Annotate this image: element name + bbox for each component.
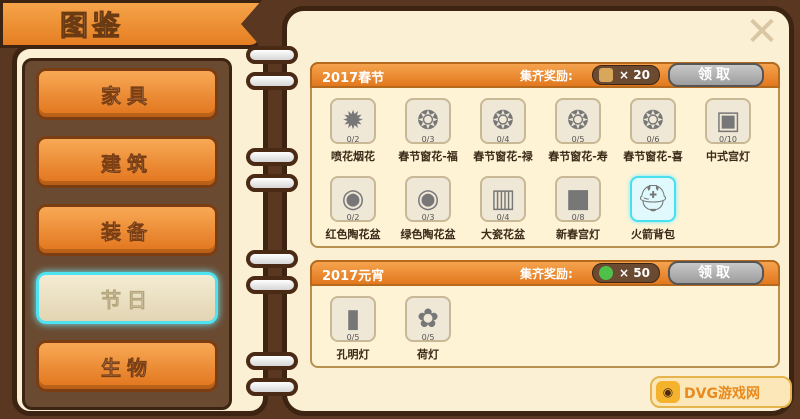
collection-item[interactable]: ❂ 0/6 春节窗花-喜 — [618, 98, 684, 164]
item-name: 春节窗花-禄 — [473, 150, 533, 163]
close-icon[interactable]: ✕ — [742, 12, 782, 52]
reward-label: 集齐奖励: — [520, 267, 573, 281]
binder-ring — [246, 250, 298, 268]
binder-ring — [246, 276, 298, 294]
item-count: 0/5 — [346, 333, 360, 342]
item-count: 0/4 — [496, 213, 510, 222]
collection-item[interactable]: ❂ 0/4 春节窗花-禄 — [468, 98, 534, 164]
item-count: 0/10 — [719, 135, 737, 144]
item-name: 新春宫灯 — [556, 228, 600, 241]
collection-item[interactable]: ■ 0/8 新春宫灯 — [543, 176, 609, 242]
item-name: 春节窗花-寿 — [548, 150, 608, 163]
category-building-button[interactable]: 建筑 — [36, 136, 218, 188]
collection-item[interactable]: ⛑ 火箭背包 — [618, 176, 684, 242]
item-count: 0/6 — [646, 135, 660, 144]
item-count: 0/5 — [571, 135, 585, 144]
collection-item[interactable]: ▥ 0/4 大瓷花盆 — [468, 176, 534, 242]
section-header: 2017春节 集齐奖励: × 20 领取 — [310, 62, 780, 88]
item-count: 0/4 — [496, 135, 510, 144]
section-header: 2017元宵 集齐奖励: × 50 领取 — [310, 260, 780, 286]
category-furniture-button[interactable]: 家具 — [36, 68, 218, 120]
item-count: 0/3 — [421, 213, 435, 222]
claim-button[interactable]: 领取 — [668, 63, 764, 87]
reward-label: 集齐奖励: — [520, 69, 573, 83]
item-name: 火箭背包 — [631, 228, 675, 241]
title-banner — [0, 0, 262, 48]
item-count: 0/2 — [346, 213, 360, 222]
collection-item[interactable]: ◉ 0/2 红色陶花盆 — [318, 176, 384, 242]
section-title: 2017春节 — [322, 71, 385, 86]
item-count: 0/5 — [421, 333, 435, 342]
reward-count: × 20 — [619, 68, 650, 82]
item-name: 红色陶花盆 — [325, 228, 381, 241]
gem-icon — [599, 266, 613, 280]
item-count: 0/3 — [421, 135, 435, 144]
binder-ring — [246, 174, 298, 192]
item-name: 荷灯 — [417, 348, 439, 361]
item-name: 大瓷花盆 — [481, 228, 525, 241]
collection-item[interactable]: ❂ 0/5 春节窗花-寿 — [543, 98, 609, 164]
reward-box: × 50 — [592, 263, 660, 283]
gamepad-icon: ◉ — [656, 381, 680, 403]
claim-button[interactable]: 领取 — [668, 261, 764, 285]
category-creature-button[interactable]: 生物 — [36, 340, 218, 392]
section-title: 2017元宵 — [322, 269, 385, 284]
item-name: 中式宫灯 — [706, 150, 750, 163]
binder-ring — [246, 352, 298, 370]
binder-ring — [246, 46, 298, 64]
collection-item[interactable]: ▣ 0/10 中式宫灯 — [693, 98, 759, 164]
collection-item[interactable]: ✹ 0/2 喷花烟花 — [318, 98, 384, 164]
watermark: ◉ DVG游戏网 — [650, 376, 792, 408]
collection-item[interactable]: ◉ 0/3 绿色陶花盆 — [393, 176, 459, 242]
collection-item[interactable]: ❂ 0/3 春节窗花-福 — [393, 98, 459, 164]
item-name: 绿色陶花盆 — [400, 228, 456, 241]
page-title: 图鉴 — [59, 9, 125, 43]
binder-ring — [246, 148, 298, 166]
binder-ring — [246, 378, 298, 396]
watermark-text: DVG游戏网 — [684, 386, 760, 402]
reward-box: × 20 — [592, 65, 660, 85]
item-name: 孔明灯 — [336, 348, 370, 361]
binder-ring — [246, 72, 298, 90]
item-name: 春节窗花-喜 — [623, 150, 683, 163]
category-equipment-button[interactable]: 装备 — [36, 204, 218, 256]
item-name: 喷花烟花 — [331, 150, 375, 163]
collection-item[interactable]: ✿ 0/5 荷灯 — [393, 296, 459, 362]
horse-icon — [599, 68, 613, 82]
collection-item[interactable]: ▮ 0/5 孔明灯 — [318, 296, 384, 362]
item-count — [632, 213, 674, 223]
item-count: 0/8 — [571, 213, 585, 222]
category-festival-button[interactable]: 节日 — [36, 272, 218, 324]
item-name: 春节窗花-福 — [398, 150, 458, 163]
reward-count: × 50 — [619, 266, 650, 280]
item-count: 0/2 — [346, 135, 360, 144]
